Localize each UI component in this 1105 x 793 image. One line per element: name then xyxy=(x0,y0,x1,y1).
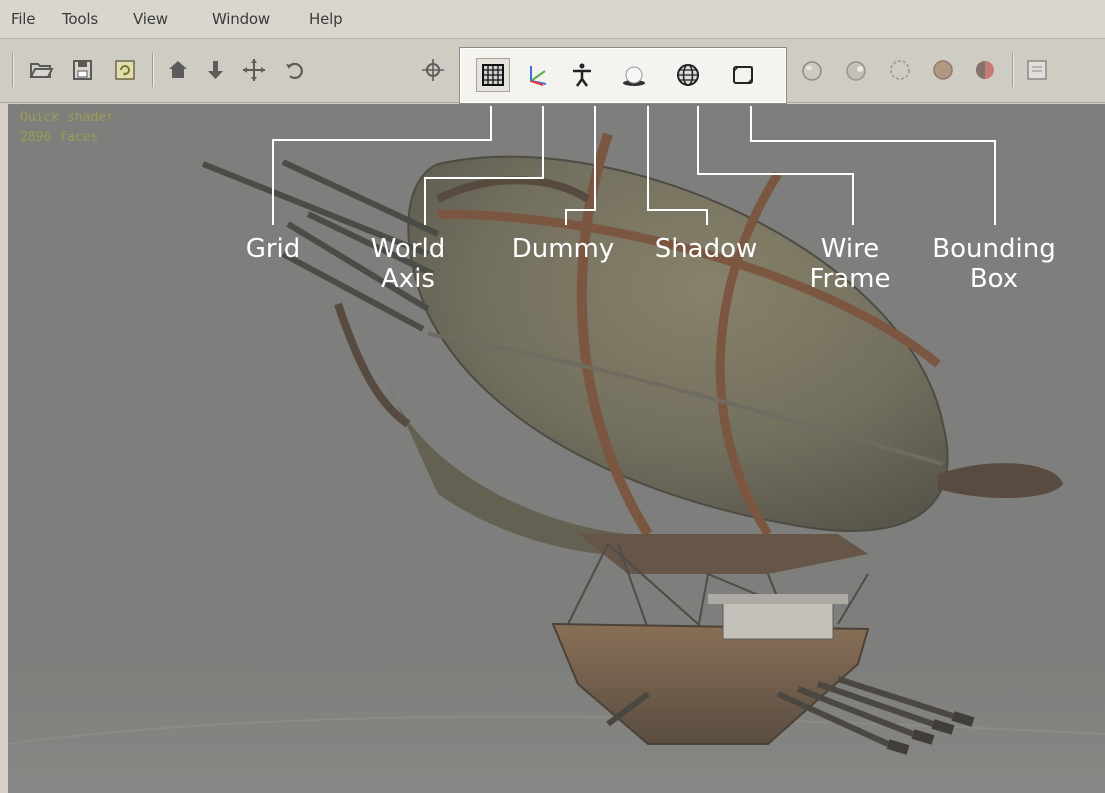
open-folder-button[interactable] xyxy=(24,53,58,87)
sphere-light-icon xyxy=(846,61,866,81)
refresh-icon xyxy=(115,60,135,80)
move-button[interactable] xyxy=(237,53,271,87)
open-folder-icon xyxy=(29,63,54,78)
menu-view[interactable]: View xyxy=(133,10,168,28)
face-count-status: 2896 faces xyxy=(20,130,99,145)
move-icon xyxy=(243,59,265,81)
shader-status: Quick shader xyxy=(20,110,114,125)
wire-frame-callout-label: Wire Frame xyxy=(809,234,891,294)
app-window: File Tools View Window Help Quick shader… xyxy=(0,0,1105,793)
menu-window[interactable]: Window xyxy=(212,10,270,28)
save-icon xyxy=(73,60,92,80)
bounding-box-icon xyxy=(733,66,753,84)
airship-render xyxy=(8,104,1105,793)
wireframe-icon xyxy=(677,64,699,86)
panel-button[interactable] xyxy=(1020,53,1054,87)
sphere-texture-icon xyxy=(933,60,953,80)
down-arrow-button[interactable] xyxy=(198,53,232,87)
dummy-callout-label: Dummy xyxy=(511,234,615,264)
pan-button[interactable] xyxy=(416,53,450,87)
outline-shading-button[interactable] xyxy=(883,53,917,87)
material-shading-button[interactable] xyxy=(968,53,1002,87)
world-axis-toggle-button[interactable] xyxy=(520,58,554,92)
grid-icon xyxy=(482,64,504,86)
toolbar-separator xyxy=(152,53,154,87)
world-axis-callout-label: World Axis xyxy=(370,234,446,294)
refresh-button[interactable] xyxy=(108,53,142,87)
3d-viewport[interactable]: Quick shader 2896 faces xyxy=(8,104,1105,793)
dummy-toggle-button[interactable] xyxy=(565,58,599,92)
menu-bar: File Tools View Window Help xyxy=(0,0,1105,39)
bounding-box-callout-label: Bounding Box xyxy=(932,234,1056,294)
home-button[interactable] xyxy=(161,53,195,87)
grid-callout-label: Grid xyxy=(245,234,301,264)
grid-toggle-button[interactable] xyxy=(476,58,510,92)
menu-file[interactable]: File xyxy=(11,10,36,28)
menu-tools[interactable]: Tools xyxy=(62,10,98,28)
panel-icon xyxy=(1027,60,1047,80)
dummy-icon xyxy=(573,63,591,87)
display-options-panel xyxy=(459,47,787,104)
smooth-shading-button[interactable] xyxy=(795,53,829,87)
lit-shading-button[interactable] xyxy=(839,53,873,87)
down-arrow-icon xyxy=(208,61,223,79)
sphere-outline-icon xyxy=(890,60,910,80)
world-axis-icon xyxy=(530,66,547,86)
rotate-icon xyxy=(286,62,303,79)
wireframe-toggle-button[interactable] xyxy=(671,58,705,92)
shadow-icon xyxy=(623,66,645,86)
rotate-button[interactable] xyxy=(278,53,312,87)
menu-help[interactable]: Help xyxy=(309,10,343,28)
toolbar-separator xyxy=(12,53,14,87)
shadow-toggle-button[interactable] xyxy=(617,58,651,92)
texture-shading-button[interactable] xyxy=(926,53,960,87)
pan-icon xyxy=(422,59,444,81)
shadow-callout-label: Shadow xyxy=(654,234,758,264)
sphere-smooth-icon xyxy=(802,61,822,81)
home-icon xyxy=(169,61,187,78)
sphere-red-icon xyxy=(976,61,994,79)
toolbar-separator xyxy=(1012,53,1014,87)
save-button[interactable] xyxy=(66,53,100,87)
bounding-box-toggle-button[interactable] xyxy=(726,58,760,92)
